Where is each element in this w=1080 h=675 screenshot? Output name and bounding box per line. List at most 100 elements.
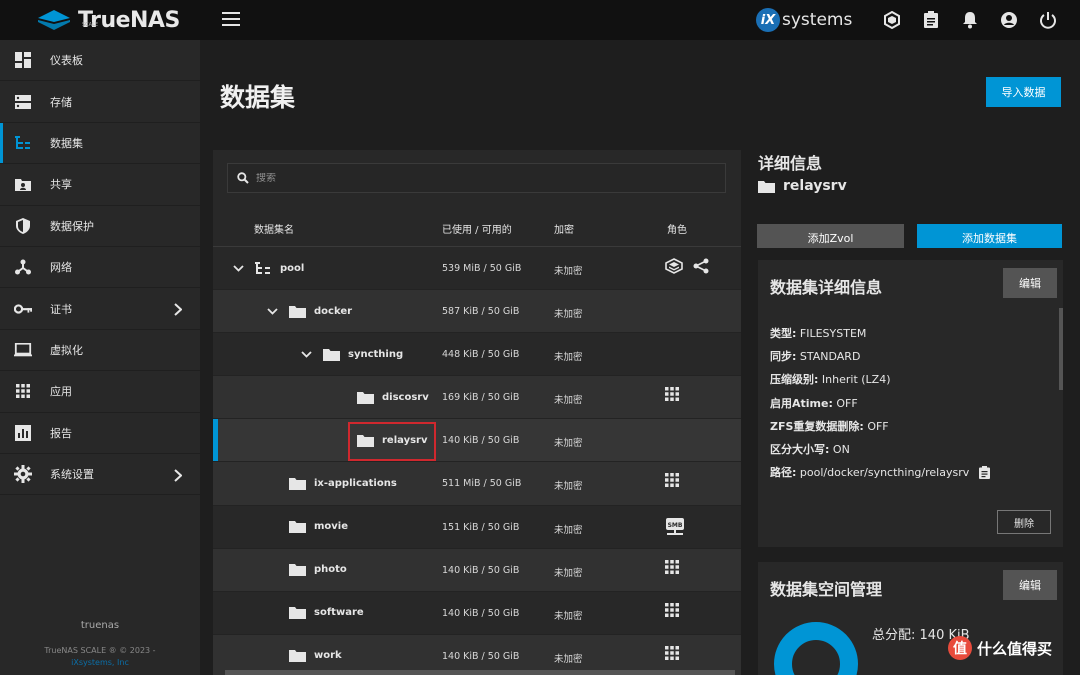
dataset-used: 140 KiB / 50 GiB [442,650,520,662]
column-header-used[interactable]: 已使用 / 可用的 [442,221,512,236]
dataset-used: 587 KiB / 50 GiB [442,306,520,318]
dataset-roles: SMB [665,517,685,537]
sidebar-item-dashboard[interactable]: 仪表板 [0,40,200,82]
dataset-name-cell[interactable]: relaysrv [357,419,428,461]
dataset-rows: pool 539 MiB / 50 GiB 未加密 docker 587 KiB / 5… [213,247,741,675]
network-icon [14,258,32,276]
sidebar-item-system-settings[interactable]: 系统设置 [0,454,200,496]
column-header-roles[interactable]: 角色 [667,221,687,236]
dataset-name-cell[interactable]: ix-applications [289,462,397,504]
table-row[interactable]: photo 140 KiB / 50 GiB 未加密 [213,548,741,592]
dataset-encryption: 未加密 [554,567,583,579]
key-icon [14,300,32,318]
truecommand-icon[interactable] [665,258,683,274]
laptop-icon [14,341,32,359]
table-row[interactable]: ix-applications 511 MiB / 50 GiB 未加密 [213,462,741,506]
dataset-used: 539 MiB / 50 GiB [442,263,522,274]
folder-icon [289,606,314,620]
report-chart-icon [14,424,32,442]
dataset-name-cell[interactable]: docker [265,290,352,332]
table-row[interactable]: docker 587 KiB / 50 GiB 未加密 [213,290,741,334]
table-row[interactable]: software 140 KiB / 50 GiB 未加密 [213,592,741,635]
watermark-text: 什么值得买 [977,639,1053,658]
details-title: 详细信息 [758,154,823,173]
power-icon[interactable] [1038,10,1058,30]
horizontal-scrollbar[interactable] [225,670,735,675]
dataset-roles [665,645,679,660]
dataset-used: 140 KiB / 50 GiB [442,564,520,576]
chevron-down-icon[interactable] [299,347,313,361]
sidebar-item-label: 虚拟化 [50,343,83,357]
apps-grid-icon[interactable] [665,387,679,402]
sidebar-item-apps[interactable]: 应用 [0,371,200,413]
dataset-name: work [314,650,342,662]
chevron-down-icon[interactable] [265,304,279,318]
search-box [227,163,726,193]
table-row[interactable]: work 140 KiB / 50 GiB 未加密 [213,634,741,675]
sidebar-item-datasets[interactable]: 数据集 [0,122,200,165]
sidebar-item-data-protection[interactable]: 数据保护 [0,206,200,247]
table-row[interactable]: syncthing 448 KiB / 50 GiB 未加密 [213,333,741,377]
edit-button[interactable]: 编辑 [1003,268,1057,298]
copy-path-icon[interactable] [979,466,991,480]
delete-button[interactable]: 删除 [997,510,1051,534]
ixsystems-logo[interactable]: iX systems [756,8,852,32]
table-row[interactable]: pool 539 MiB / 50 GiB 未加密 [213,247,741,291]
dataset-name-cell[interactable]: work [289,635,342,675]
truecommand-icon[interactable] [882,10,902,30]
truenas-logo[interactable]: TrueNAS [36,6,180,34]
dataset-name-cell[interactable]: discosrv [357,376,429,418]
sidebar-item-certificates[interactable]: 证书 [0,288,200,330]
apps-grid-icon[interactable] [665,473,679,488]
dataset-name: pool [280,262,305,274]
add-zvol-button[interactable]: 添加Zvol [757,224,904,248]
dataset-name-cell[interactable]: photo [289,549,347,591]
menu-toggle-icon[interactable] [222,12,240,28]
dataset-name-cell[interactable]: software [289,592,364,634]
import-data-button[interactable]: 导入数据 [986,77,1061,107]
dataset-roles [665,473,679,488]
edit-button[interactable]: 编辑 [1003,570,1057,600]
sidebar-item-network[interactable]: 网络 [0,247,200,289]
sidebar-item-shares[interactable]: 共享 [0,164,200,206]
card-title: 数据集空间管理 [770,580,883,599]
copyright-text: TrueNAS SCALE ® © 2023 - [44,646,156,655]
prop-value: OFF [867,419,889,433]
share-icon[interactable] [693,258,709,274]
apps-grid-icon[interactable] [665,559,679,574]
sidebar-item-virtualization[interactable]: 虚拟化 [0,330,200,372]
datasets-icon [14,134,32,152]
dataset-name-cell[interactable]: movie [289,506,348,548]
dataset-name-cell[interactable]: pool [231,247,304,289]
add-dataset-button[interactable]: 添加数据集 [917,224,1062,248]
bell-icon[interactable] [960,10,980,30]
column-header-name[interactable]: 数据集名 [254,221,294,236]
account-icon[interactable] [999,10,1019,30]
truenas-logo-icon [38,10,70,30]
logo-text: TrueNAS [78,7,180,33]
details-dataset-name: relaysrv [758,178,847,194]
column-header-encryption[interactable]: 加密 [554,221,574,236]
svg-text:SMB: SMB [668,522,683,529]
table-row[interactable]: relaysrv 140 KiB / 50 GiB 未加密 [213,419,741,463]
dataset-roles [665,258,709,274]
table-row[interactable]: discosrv 169 KiB / 50 GiB 未加密 [213,376,741,420]
smb-share-icon[interactable]: SMB [665,517,685,537]
card-scrollbar[interactable] [1059,308,1063,390]
dataset-name-cell[interactable]: syncthing [299,333,403,375]
apps-grid-icon[interactable] [665,602,679,617]
top-bar: TrueNAS SCALE iX systems [0,0,1080,40]
dataset-used: 448 KiB / 50 GiB [442,349,520,361]
sidebar-item-storage[interactable]: 存储 [0,81,200,123]
table-row[interactable]: movie 151 KiB / 50 GiB 未加密 SMB [213,506,741,549]
apps-grid-icon[interactable] [665,645,679,660]
sidebar-item-reports[interactable]: 报告 [0,413,200,454]
company-link[interactable]: iXsystems, Inc [0,657,200,669]
sidebar-item-label: 数据集 [50,136,83,150]
search-input[interactable] [256,172,696,184]
dashboard-icon [14,51,32,69]
sidebar-item-label: 仪表板 [50,54,83,68]
chevron-down-icon[interactable] [231,261,245,275]
watermark-badge: 值 [948,636,972,660]
clipboard-icon[interactable] [921,10,941,30]
